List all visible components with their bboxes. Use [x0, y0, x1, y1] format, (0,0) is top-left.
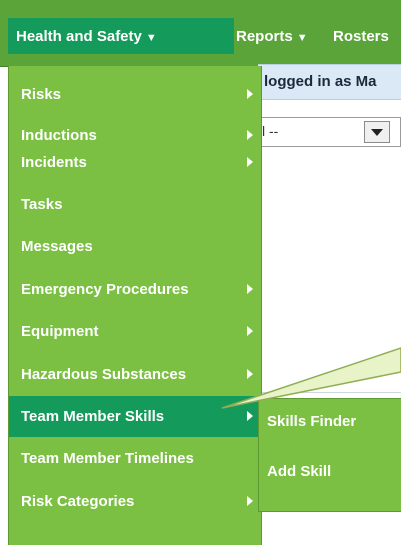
menu-item-messages[interactable]: Messages: [9, 226, 261, 267]
caret-down-icon: ▼: [145, 32, 157, 44]
select-dropdown-button[interactable]: [364, 121, 390, 143]
filter-select[interactable]: l --: [255, 117, 401, 147]
triangle-down-icon: [371, 128, 383, 136]
tab-rosters[interactable]: Rosters: [333, 28, 389, 45]
triangle-right-icon: [247, 326, 253, 336]
menu-item-risk-categories[interactable]: Risk Categories: [9, 481, 261, 522]
menu-item-team-member-timelines[interactable]: Team Member Timelines: [9, 438, 261, 479]
triangle-right-icon: [247, 369, 253, 379]
triangle-right-icon: [247, 157, 253, 167]
menu-item-label: Messages: [21, 238, 93, 255]
menu-item-incidents[interactable]: Incidents: [9, 142, 261, 183]
menu-item-label: Hazardous Substances: [21, 366, 187, 383]
tab-reports[interactable]: Reports ▼: [236, 28, 308, 45]
menu-item-equipment[interactable]: Equipment: [9, 311, 261, 352]
submenu-item-add-skill[interactable]: Add Skill: [259, 451, 401, 491]
menu-item-label: Equipment: [21, 323, 99, 340]
menu-item-team-member-skills[interactable]: Team Member Skills: [9, 396, 261, 437]
submenu-item-label: Skills Finder: [267, 413, 357, 430]
menu-item-hazardous-substances[interactable]: Hazardous Substances: [9, 354, 261, 395]
triangle-right-icon: [247, 284, 253, 294]
menu-item-label: Team Member Skills: [21, 408, 165, 425]
menu-item-tasks[interactable]: Tasks: [9, 184, 261, 225]
top-nav-bar: Health and Safety ▼ Reports ▼ Rosters: [0, 0, 401, 67]
content-divider: [258, 392, 401, 393]
menu-item-label: Risk Categories: [21, 493, 135, 510]
logged-in-text: logged in as Ma: [264, 73, 377, 90]
menu-item-label: Risks: [21, 86, 62, 103]
menu-item-emergency-procedures[interactable]: Emergency Procedures: [9, 269, 261, 310]
tab-health-and-safety[interactable]: Health and Safety ▼: [16, 28, 157, 45]
triangle-right-icon: [247, 130, 253, 140]
tab-rosters-label: Rosters: [333, 28, 389, 45]
submenu-item-label: Add Skill: [267, 463, 332, 480]
filter-select-value: l --: [262, 123, 279, 139]
tab-health-and-safety-label: Health and Safety: [16, 28, 142, 45]
submenu-item-skills-finder[interactable]: Skills Finder: [259, 401, 401, 441]
menu-item-risks[interactable]: Risks: [9, 74, 261, 115]
menu-item-label: Emergency Procedures: [21, 281, 189, 298]
triangle-right-icon: [247, 496, 253, 506]
logged-in-info-bar: logged in as Ma: [258, 64, 401, 100]
tab-reports-label: Reports: [236, 28, 293, 45]
triangle-right-icon: [247, 411, 253, 421]
menu-item-label: Tasks: [21, 196, 63, 213]
triangle-right-icon: [247, 89, 253, 99]
menu-item-label: Team Member Timelines: [21, 450, 194, 467]
team-member-skills-submenu: Skills Finder Add Skill: [258, 398, 401, 512]
menu-item-label: Incidents: [21, 154, 87, 171]
caret-down-icon: ▼: [296, 32, 308, 44]
health-safety-dropdown-menu: Risks Inductions Incidents Tasks Message…: [8, 66, 262, 545]
